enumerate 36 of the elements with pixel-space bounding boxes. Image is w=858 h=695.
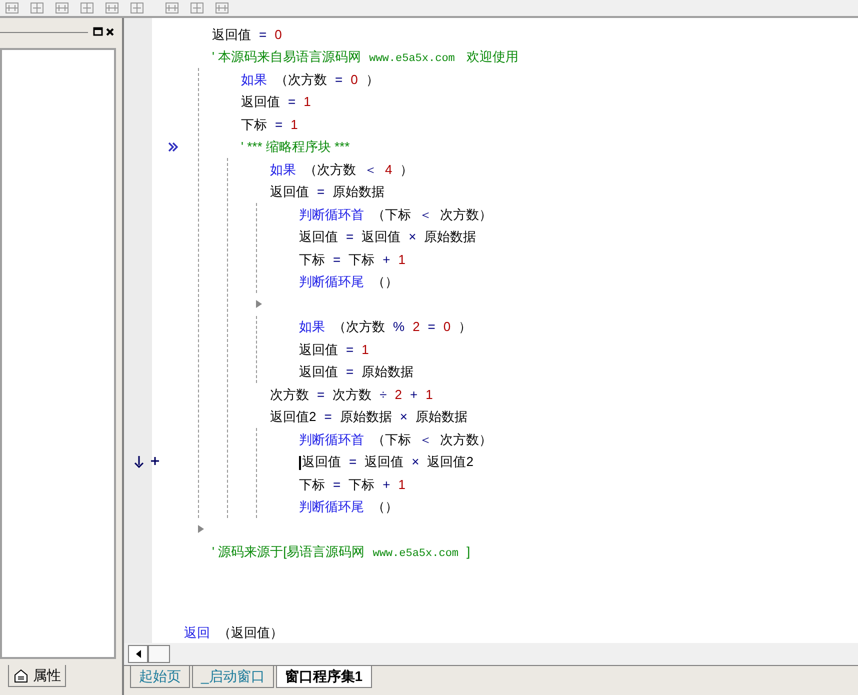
code-line: 返回值 = 0 [212,26,283,44]
code-line: ' 本源码来自易语言源码网 www.e5a5x.com 欢迎使用 [212,48,520,66]
code-line: 返回值2 = 原始数据 × 原始数据 [270,408,468,426]
editor-tab[interactable]: _启动窗口 [192,666,274,688]
code-line: 下标 = 下标 + 1 [299,476,406,494]
code-line: 判断循环首 （下标 ＜ 次方数） [299,430,493,448]
code-line: 返回值 = 1 [241,93,312,111]
code-line: 返回值 = 1 [299,340,370,358]
panel-tab-label: 属性 [33,666,61,685]
code-line: 判断循环尾 （） [299,273,399,291]
scrollbar-thumb[interactable] [148,645,170,663]
flow-arrow-icon [198,525,204,534]
code-line: 下标 = 下标 + 1 [299,250,406,268]
code-line: 如果 （次方数 % 2 = 0 ） [299,318,473,336]
editor-tab[interactable]: 起始页 [130,666,190,688]
code-line: 返回值 = 返回值 × 原始数据 [299,228,478,246]
panel-tab[interactable]: 属性 [8,665,66,687]
collapsed-block-icon[interactable] [168,142,178,152]
close-icon[interactable] [104,26,116,38]
code-line: 返回值 = 原始数据 [299,363,415,381]
left-arrow-icon [136,650,140,658]
code-line: 如果 （次方数 ＜ 4 ） [270,160,414,178]
code-line: 如果 （次方数 = 0 ） [241,70,380,88]
maximize-icon[interactable] [92,26,104,38]
editor-tab[interactable]: 窗口程序集1 [276,666,372,688]
flow-arrow-icon [256,300,262,308]
code-line: 判断循环首 （下标 ＜ 次方数） [299,206,493,224]
code-line: 返回值 = 返回值 × 返回值2 [299,452,482,472]
code-line: 判断循环尾 （） [299,498,399,516]
code-line: 返回值 = 原始数据 [270,183,386,201]
code-line: 返回 （返回值） [184,624,284,642]
scroll-left-button[interactable] [128,645,148,663]
code-line: 下标 = 1 [241,116,299,134]
code-line: ' *** 缩略程序块 *** [241,138,351,156]
code-line: 次方数 = 次方数 ÷ 2 + 1 [270,386,434,404]
code-line: ' 源码来源于[易语言源码网 www.e5a5x.com ] [212,542,472,562]
